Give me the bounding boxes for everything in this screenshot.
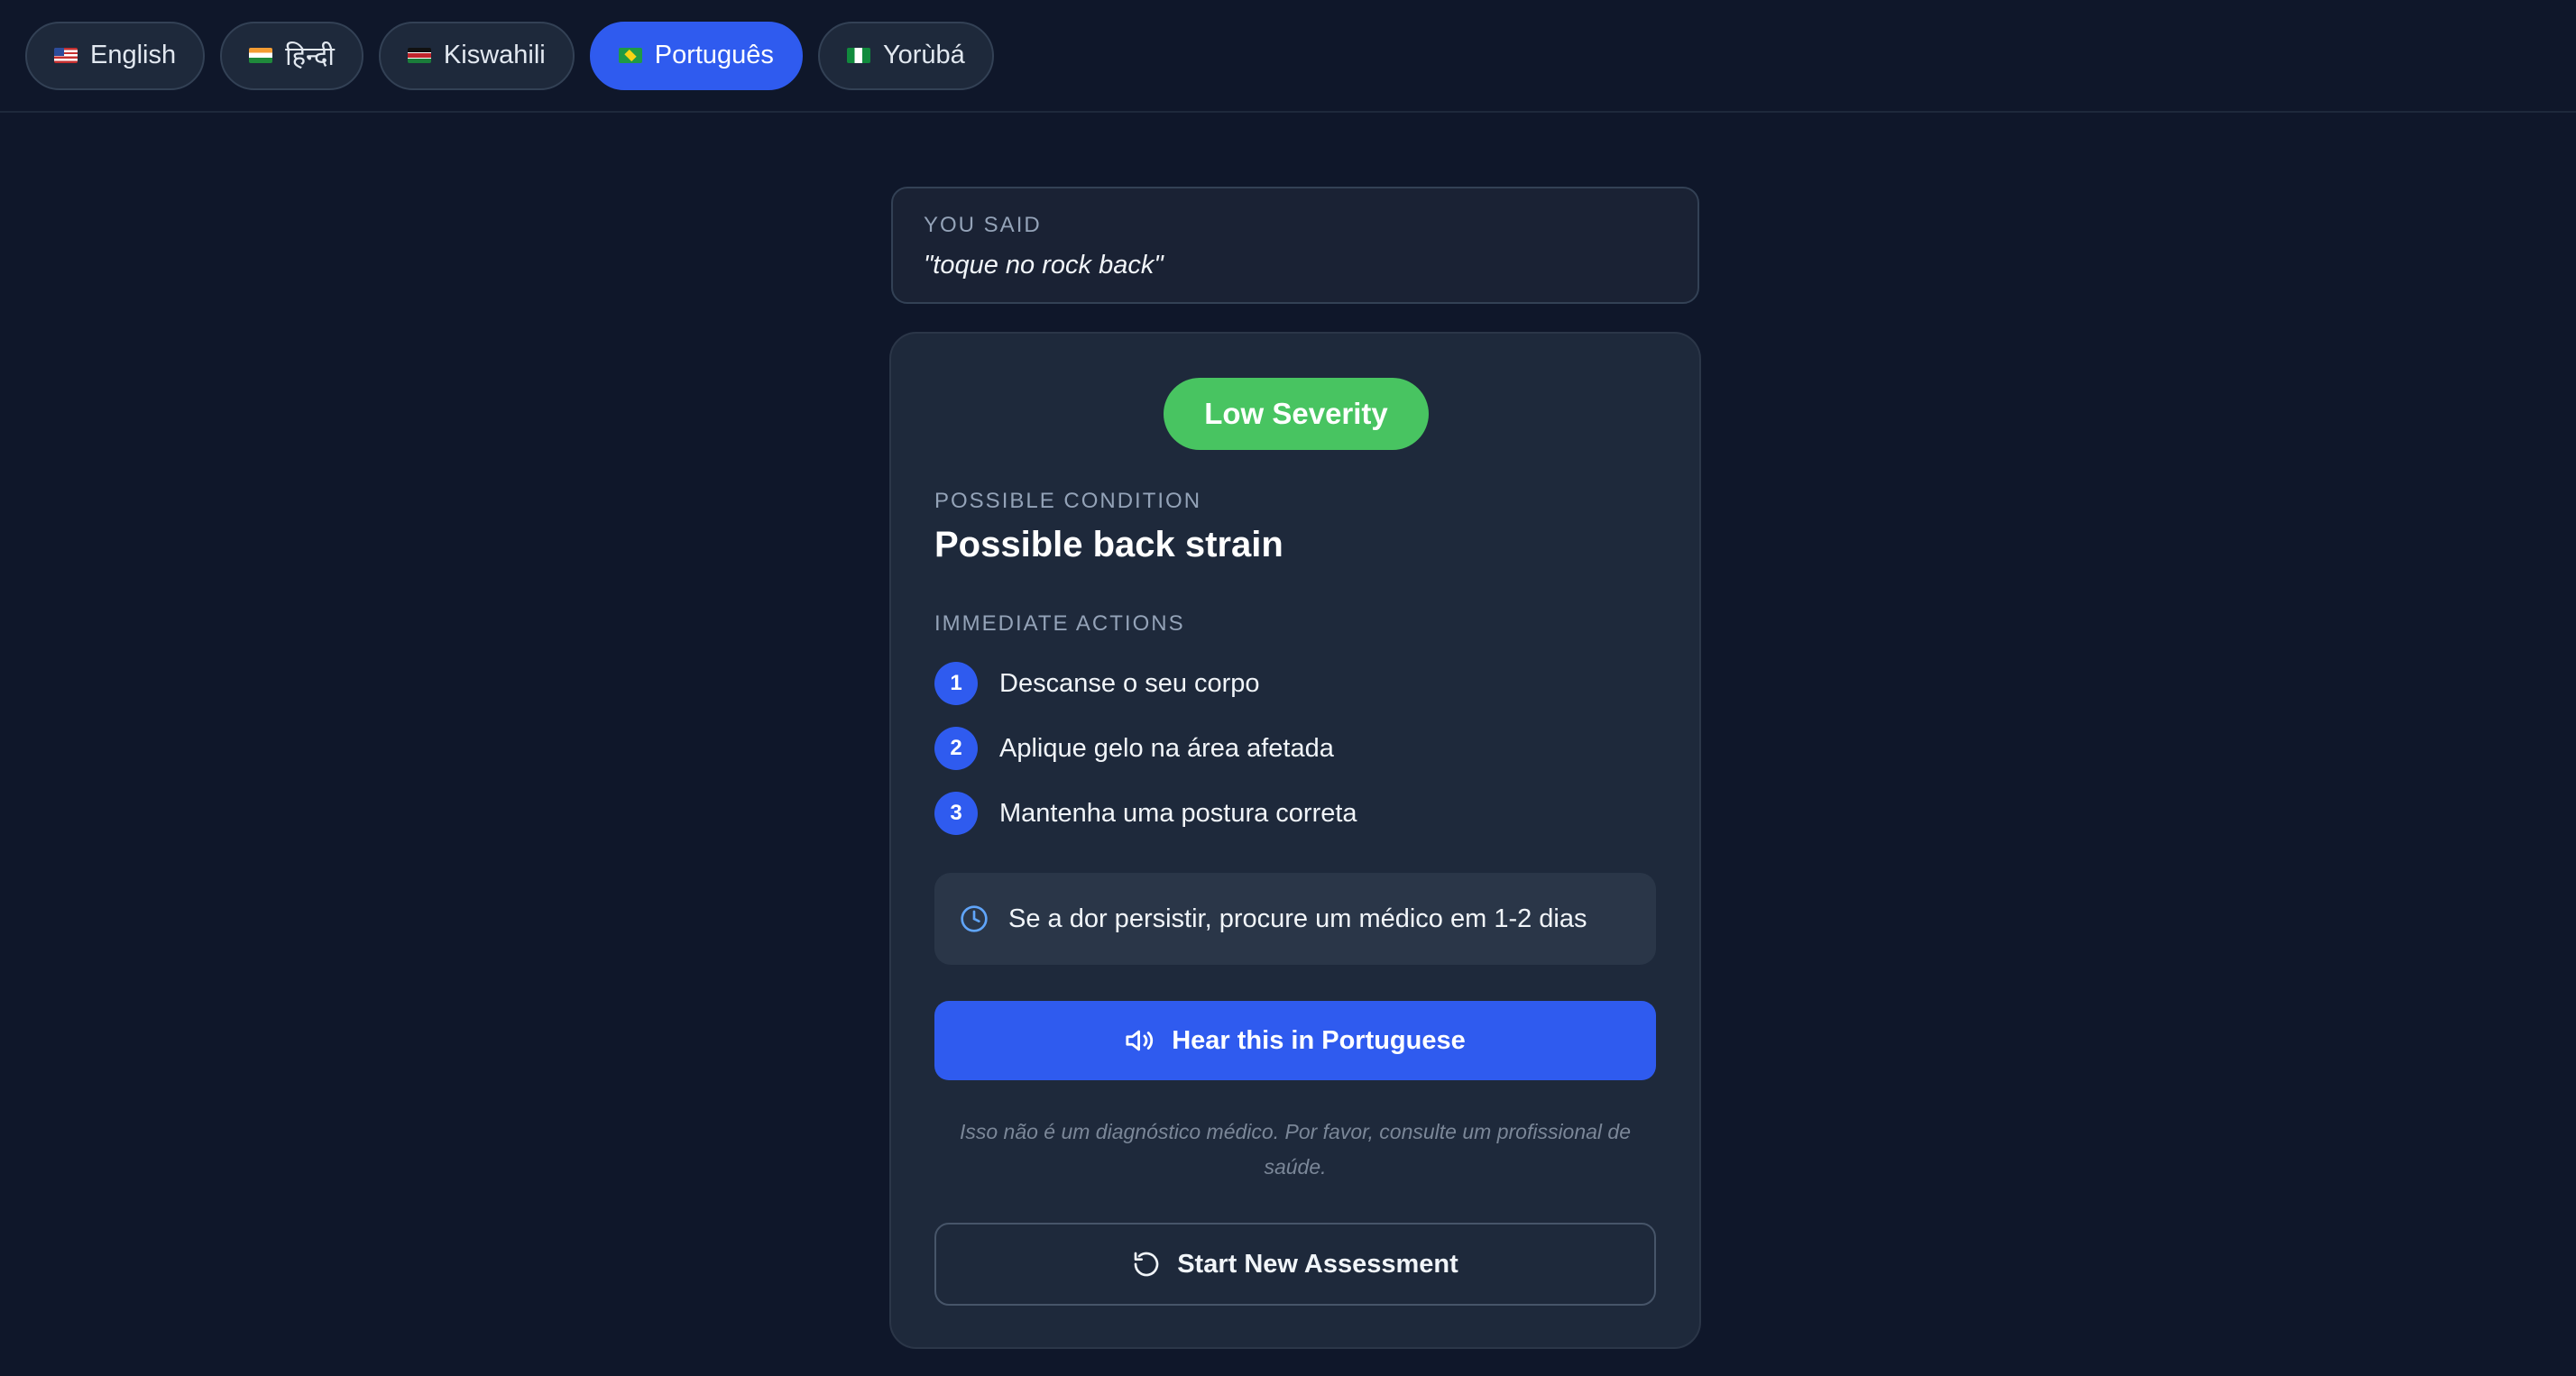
start-new-assessment-button[interactable]: Start New Assessment	[934, 1223, 1656, 1306]
notice-text: Se a dor persistir, procure um médico em…	[1008, 904, 1587, 933]
speaker-icon	[1125, 1025, 1155, 1056]
severity-badge: Low Severity	[1164, 378, 1429, 450]
new-assessment-label: Start New Assessment	[1177, 1249, 1458, 1279]
kenya-flag-icon	[407, 48, 431, 63]
language-button-portugues[interactable]: Português	[589, 21, 803, 90]
brazil-flag-icon	[618, 48, 642, 63]
language-label: हिन्दी	[285, 42, 335, 71]
action-item: 3 Mantenha uma postura correta	[934, 792, 1357, 835]
action-item: 1 Descanse o seu corpo	[934, 662, 1260, 705]
language-label: Português	[654, 41, 774, 69]
condition-label: POSSIBLE CONDITION	[934, 489, 1202, 513]
transcript-label: YOU SAID	[924, 213, 1042, 237]
hear-button-label: Hear this in Portuguese	[1172, 1025, 1466, 1055]
result-card: Low Severity POSSIBLE CONDITION Possible…	[889, 332, 1701, 1349]
step-number: 1	[934, 662, 978, 705]
action-text: Descanse o seu corpo	[999, 668, 1260, 698]
actions-label: IMMEDIATE ACTIONS	[934, 611, 1185, 636]
action-text: Mantenha uma postura correta	[999, 798, 1357, 828]
language-button-english[interactable]: English	[25, 21, 206, 90]
transcript-box: YOU SAID "toque no rock back"	[891, 187, 1699, 304]
language-bar: English हिन्दी Kiswahili Português Yorùb…	[0, 0, 2576, 113]
language-button-hindi[interactable]: हिन्दी	[220, 21, 363, 90]
refresh-icon	[1132, 1250, 1161, 1279]
language-label: Kiswahili	[443, 41, 546, 69]
us-flag-icon	[54, 48, 78, 63]
clock-icon	[960, 904, 989, 933]
nigeria-flag-icon	[846, 48, 870, 63]
hear-audio-button[interactable]: Hear this in Portuguese	[934, 1001, 1656, 1080]
action-item: 2 Aplique gelo na área afetada	[934, 727, 1334, 770]
language-button-kiswahili[interactable]: Kiswahili	[378, 21, 575, 90]
language-button-yoruba[interactable]: Yorùbá	[817, 21, 994, 90]
follow-up-notice: Se a dor persistir, procure um médico em…	[934, 873, 1656, 965]
disclaimer-text: Isso não é um diagnóstico médico. Por fa…	[959, 1120, 1632, 1179]
language-label: English	[90, 41, 177, 69]
condition-title: Possible back strain	[934, 525, 1283, 564]
language-label: Yorùbá	[882, 41, 965, 69]
step-number: 2	[934, 727, 978, 770]
transcript-text: "toque no rock back"	[924, 251, 1164, 280]
step-number: 3	[934, 792, 978, 835]
action-text: Aplique gelo na área afetada	[999, 733, 1334, 763]
india-flag-icon	[249, 48, 273, 63]
